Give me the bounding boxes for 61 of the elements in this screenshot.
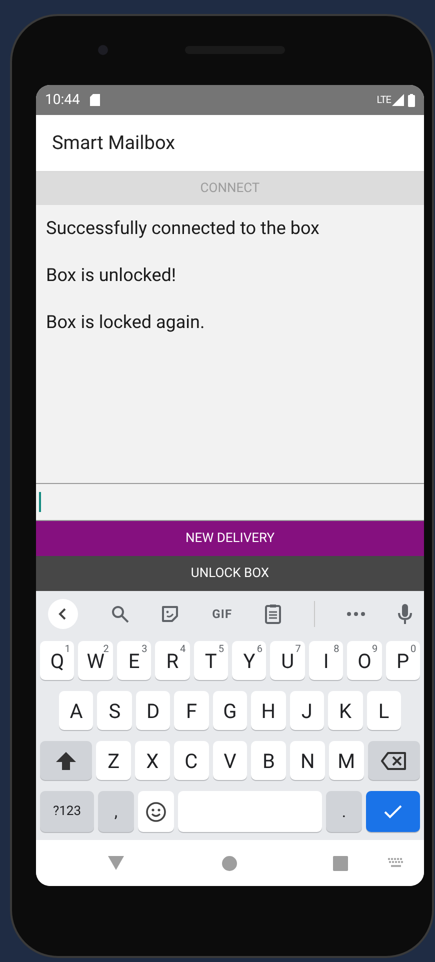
enter-key[interactable]: [366, 791, 420, 832]
shift-icon: [56, 752, 76, 770]
smiley-icon: [146, 802, 166, 822]
key[interactable]: B: [251, 741, 286, 780]
backspace-key[interactable]: [368, 741, 420, 780]
back-triangle-icon[interactable]: [108, 856, 124, 870]
status-message: Box is locked again.: [46, 311, 206, 335]
sd-card-icon: [90, 94, 100, 106]
key-hint: 0: [410, 643, 416, 657]
key-hint: 3: [142, 643, 148, 657]
battery-icon: [408, 94, 415, 106]
key-hint: 4: [180, 643, 186, 657]
status-time: 10:44: [45, 90, 80, 110]
key[interactable]: G: [212, 691, 248, 730]
sticker-icon[interactable]: [161, 605, 180, 623]
new-delivery-button[interactable]: NEW DELIVERY: [36, 521, 424, 556]
key[interactable]: I 8: [308, 641, 344, 680]
search-icon[interactable]: [110, 605, 129, 623]
key[interactable]: S: [97, 691, 132, 730]
key[interactable]: X: [135, 741, 170, 780]
key[interactable]: J: [290, 691, 324, 730]
key-hint: 6: [256, 643, 262, 657]
app-title: Smart Mailbox: [52, 130, 176, 156]
key-hint: 9: [372, 643, 378, 657]
key-hint: 7: [295, 643, 301, 657]
key-hint: 2: [103, 643, 109, 655]
more-icon[interactable]: [347, 612, 366, 616]
back-button[interactable]: [48, 599, 78, 629]
emoji-key[interactable]: [138, 791, 174, 832]
network-type: LTE: [376, 94, 391, 108]
text-input-field[interactable]: [36, 483, 424, 521]
key[interactable]: M: [328, 741, 364, 780]
key[interactable]: .: [326, 791, 362, 832]
unlock-box-button[interactable]: UNLOCK BOX: [36, 556, 424, 591]
text-cursor: [39, 492, 41, 512]
key[interactable]: F: [174, 691, 209, 730]
status-message: Successfully connected to the box: [46, 217, 320, 241]
key[interactable]: A: [59, 691, 94, 730]
status-message: Box is unlocked!: [46, 264, 178, 288]
key-hint: 5: [218, 643, 224, 657]
key-hint: 1: [64, 643, 70, 657]
backspace-icon: [380, 752, 407, 770]
key[interactable]: H: [251, 691, 286, 730]
key[interactable]: D: [136, 691, 170, 730]
key[interactable]: Z: [96, 741, 131, 780]
key[interactable]: L: [366, 691, 401, 730]
recents-square-icon[interactable]: [333, 856, 348, 870]
key[interactable]: V: [212, 741, 248, 780]
gif-button[interactable]: GIF: [212, 605, 232, 623]
signal-icon: [392, 94, 404, 106]
microphone-icon[interactable]: [398, 604, 412, 624]
home-circle-icon[interactable]: [222, 856, 237, 870]
shift-key[interactable]: [40, 741, 92, 780]
key[interactable]: ,: [98, 791, 134, 832]
key[interactable]: K: [328, 691, 362, 730]
symbols-key[interactable]: ?123: [40, 791, 94, 832]
key[interactable]: C: [174, 741, 209, 780]
checkmark-icon: [384, 804, 402, 818]
clipboard-icon[interactable]: [264, 604, 281, 624]
key[interactable]: N: [290, 741, 325, 780]
key-hint: 8: [334, 643, 340, 657]
